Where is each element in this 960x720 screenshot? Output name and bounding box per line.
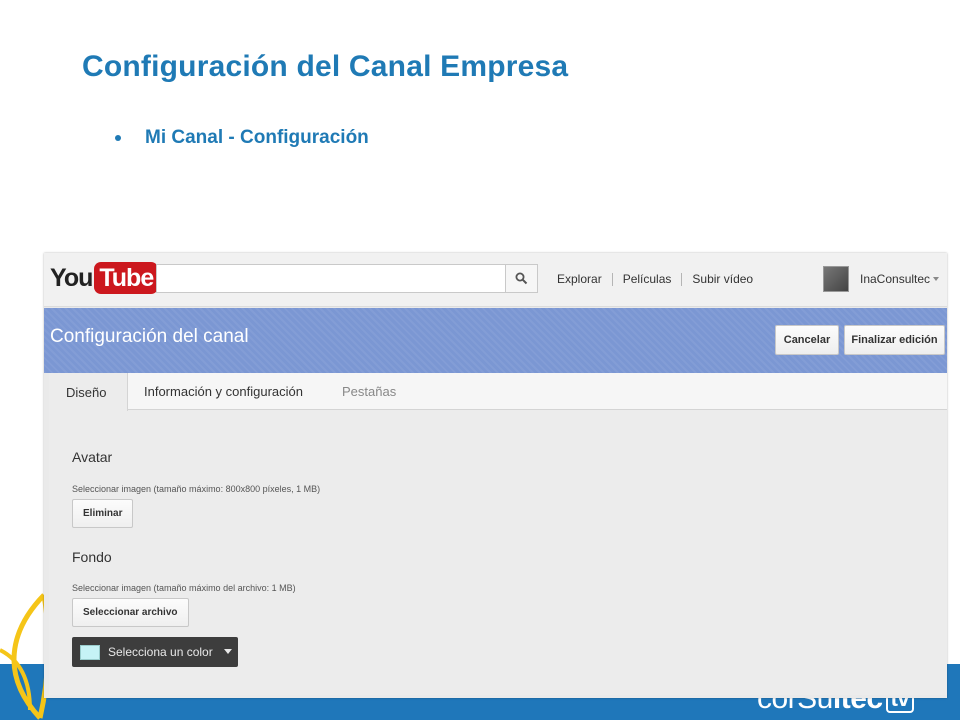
slide-title: Configuración del Canal Empresa — [82, 50, 569, 83]
banner-title: Configuración del canal — [50, 326, 249, 347]
tab-bar: Diseño Información y configuración Pesta… — [49, 373, 947, 411]
tab-diseno[interactable]: Diseño — [49, 373, 128, 411]
search-button[interactable] — [505, 264, 538, 293]
background-section-title: Fondo — [72, 549, 112, 565]
avatar-section-hint: Seleccionar imagen (tamaño máximo: 800x8… — [72, 484, 321, 494]
chevron-down-icon[interactable] — [933, 277, 939, 281]
settings-panel: Diseño Información y configuración Pesta… — [49, 373, 947, 695]
color-picker-label: Selecciona un color — [108, 645, 213, 659]
top-nav: Explorar Películas Subir vídeo — [557, 272, 753, 286]
nav-separator — [681, 272, 683, 286]
search-icon — [515, 272, 528, 285]
chevron-down-icon — [224, 649, 232, 654]
youtube-screenshot: You Tube Explorar Películas Subir vídeo … — [44, 253, 947, 698]
youtube-topbar: You Tube Explorar Películas Subir vídeo … — [44, 253, 947, 307]
user-avatar[interactable] — [823, 266, 849, 292]
avatar-section-title: Avatar — [72, 449, 113, 465]
bullet-dot — [115, 135, 121, 141]
logo-tube: Tube — [94, 262, 159, 294]
nav-peliculas[interactable]: Películas — [623, 272, 672, 286]
color-picker-button[interactable]: Selecciona un color — [72, 637, 238, 667]
background-section-hint: Seleccionar imagen (tamaño máximo del ar… — [72, 583, 296, 593]
remove-avatar-button[interactable]: Eliminar — [72, 499, 134, 528]
slide-bullet-text: Mi Canal - Configuración — [145, 127, 369, 148]
color-swatch — [80, 644, 100, 660]
slide-bullet: Mi Canal - Configuración — [115, 127, 369, 149]
search-input[interactable] — [156, 264, 506, 293]
channel-banner: Configuración del canal Cancelar Finaliz… — [44, 308, 947, 373]
youtube-logo[interactable]: You Tube — [50, 262, 159, 294]
tab-pestanas[interactable]: Pestañas — [325, 373, 413, 410]
select-file-button[interactable]: Seleccionar archivo — [72, 598, 189, 627]
logo-you: You — [50, 263, 93, 292]
cancel-button[interactable]: Cancelar — [775, 325, 839, 355]
tab-informacion[interactable]: Información y configuración — [127, 373, 320, 410]
nav-separator — [611, 272, 613, 286]
username[interactable]: InaConsultec — [860, 272, 930, 286]
nav-subir-video[interactable]: Subir vídeo — [692, 272, 753, 286]
nav-explorar[interactable]: Explorar — [557, 272, 602, 286]
finish-edit-button[interactable]: Finalizar edición — [844, 325, 945, 355]
